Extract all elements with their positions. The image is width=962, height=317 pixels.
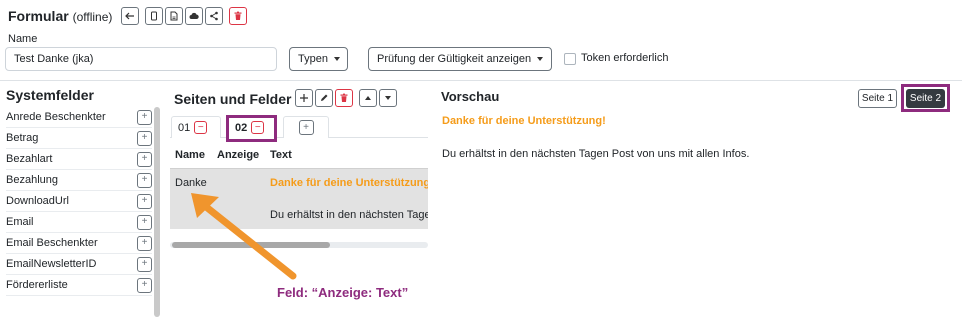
delete-form-button[interactable] <box>229 7 247 25</box>
list-item-label: Bezahlung <box>6 174 58 186</box>
add-field-button[interactable]: + <box>137 235 152 251</box>
list-item: Email Beschenkter + <box>6 233 152 254</box>
preview-title: Vorschau <box>441 89 500 104</box>
arrow-left-icon <box>125 12 134 20</box>
validity-select-label: Prüfung der Gültigkeit anzeigen <box>377 53 532 65</box>
validity-select[interactable]: Prüfung der Gültigkeit anzeigen <box>368 47 552 71</box>
list-item: Fördererliste + <box>6 275 152 296</box>
preview-text: Du erhältst in den nächsten Tagen Post v… <box>442 148 750 160</box>
list-item-label: Email <box>6 216 34 228</box>
move-up-button[interactable] <box>359 89 377 107</box>
name-input[interactable] <box>5 47 277 71</box>
tab-label: 01 <box>178 121 191 134</box>
type-select[interactable]: Typen <box>289 47 348 71</box>
list-item: Betrag + <box>6 128 152 149</box>
add-page-tab-button[interactable]: + <box>298 120 314 135</box>
add-field-button[interactable]: + <box>137 193 152 209</box>
share-icon <box>210 11 218 21</box>
form-status: (offline) <box>72 10 113 24</box>
plus-icon <box>300 94 308 102</box>
chevron-down-icon <box>333 57 340 61</box>
move-down-button[interactable] <box>379 89 397 107</box>
delete-page-button[interactable] <box>335 89 353 107</box>
list-item: Email + <box>6 212 152 233</box>
type-select-label: Typen <box>298 53 328 65</box>
pencil-icon <box>321 94 328 101</box>
column-header-text: Text <box>270 149 292 161</box>
list-item: DownloadUrl + <box>6 191 152 212</box>
form-toolbar <box>121 7 247 25</box>
list-item: Bezahlart + <box>6 149 152 170</box>
trash-icon <box>234 11 242 20</box>
systemfelder-title: Systemfelder <box>6 87 94 103</box>
add-page-button[interactable] <box>295 89 313 107</box>
copy-icon <box>151 11 157 21</box>
annotation-arrow-icon <box>191 193 297 280</box>
cloud-upload-icon <box>189 12 199 19</box>
form-title-text: Formular <box>8 8 69 24</box>
add-field-button[interactable]: + <box>137 109 152 125</box>
list-item-label: Betrag <box>6 132 39 144</box>
page-2-button[interactable]: Seite 2 <box>906 89 945 108</box>
form-title: Formular (offline) <box>8 8 112 24</box>
add-tab[interactable]: + <box>283 116 329 138</box>
caret-down-icon <box>385 96 391 100</box>
seiten-title: Seiten und Felder <box>174 91 292 107</box>
name-label: Name <box>8 33 38 45</box>
edit-page-button[interactable] <box>315 89 333 107</box>
systemfelder-scrollbar[interactable] <box>154 107 160 317</box>
caret-up-icon <box>365 96 371 100</box>
token-label: Token erforderlich <box>581 52 669 64</box>
column-header-anzeige: Anzeige <box>217 149 260 161</box>
highlight-box-tab <box>226 115 277 142</box>
add-field-button[interactable]: + <box>137 214 152 230</box>
list-item-label: DownloadUrl <box>6 195 69 207</box>
file-button[interactable] <box>165 7 183 25</box>
cloud-button[interactable] <box>185 7 203 25</box>
add-field-button[interactable]: + <box>137 151 152 167</box>
list-item: Bezahlung + <box>6 170 152 191</box>
column-header-name: Name <box>175 149 205 161</box>
list-item-label: Email Beschenkter <box>6 237 98 249</box>
trash-icon <box>340 93 348 102</box>
add-field-button[interactable]: + <box>137 277 152 293</box>
list-item-label: EmailNewsletterID <box>6 258 97 270</box>
copy-button[interactable] <box>145 7 163 25</box>
tab-page-01[interactable]: 01 − <box>171 116 221 138</box>
annotation-label: Feld: “Anzeige: Text” <box>277 285 409 300</box>
preview-headline: Danke für deine Unterstützung! <box>442 115 606 127</box>
list-item: EmailNewsletterID + <box>6 254 152 275</box>
seiten-toolbar <box>295 89 397 107</box>
list-item: Anrede Beschenkter + <box>6 107 152 128</box>
list-item-label: Fördererliste <box>6 279 68 291</box>
share-button[interactable] <box>205 7 223 25</box>
token-checkbox[interactable] <box>564 53 576 65</box>
file-icon <box>170 11 178 21</box>
remove-page-button[interactable]: − <box>194 121 208 134</box>
add-field-button[interactable]: + <box>137 256 152 272</box>
page-1-button[interactable]: Seite 1 <box>858 89 897 108</box>
systemfelder-list: Anrede Beschenkter + Betrag + Bezahlart + B… <box>6 107 152 296</box>
add-field-button[interactable]: + <box>137 130 152 146</box>
header-divider <box>0 80 962 81</box>
back-button[interactable] <box>121 7 139 25</box>
chevron-down-icon <box>537 57 544 61</box>
list-item-label: Anrede Beschenkter <box>6 111 106 123</box>
list-item-label: Bezahlart <box>6 153 53 165</box>
add-field-button[interactable]: + <box>137 172 152 188</box>
